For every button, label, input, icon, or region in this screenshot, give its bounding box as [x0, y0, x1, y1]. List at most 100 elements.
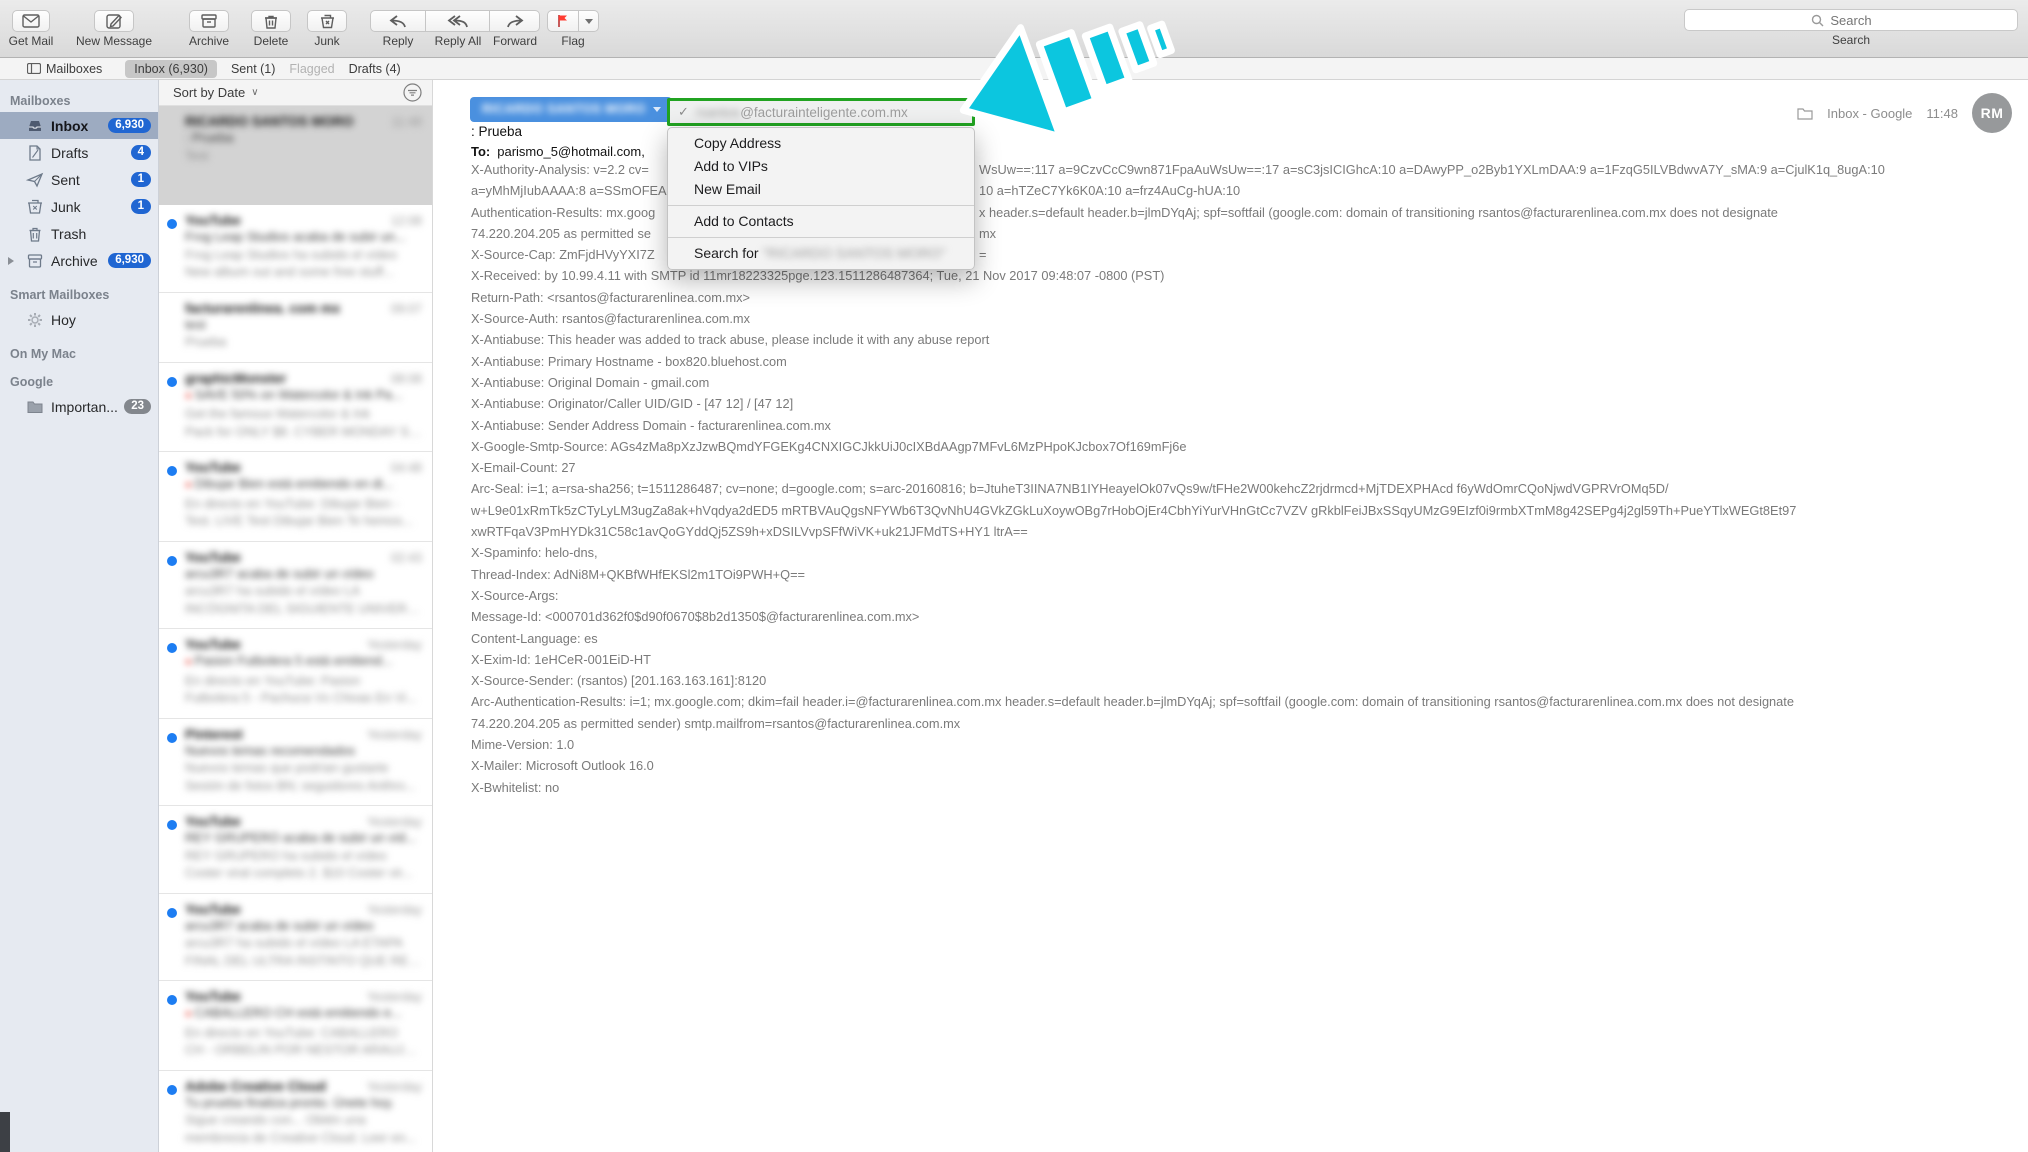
- sender-token[interactable]: RICARDO SANTOS MORO: [470, 97, 672, 122]
- forward-button[interactable]: [490, 10, 540, 32]
- sidebar-panes-icon: [27, 63, 41, 74]
- trash-icon: [26, 225, 44, 243]
- unread-dot-icon: [167, 995, 177, 1005]
- archive-label: Archive: [184, 34, 234, 48]
- live-dot-icon: [185, 476, 195, 491]
- list-item[interactable]: YouTubeYesterday CABALLERO CH está emiti…: [159, 981, 432, 1071]
- get-mail-button[interactable]: [12, 10, 50, 32]
- list-item[interactable]: YouTubeYesterday Pasion Futbolera 5 está…: [159, 629, 432, 719]
- search-field[interactable]: [1684, 9, 2018, 31]
- sidebar-item-sent[interactable]: Sent 1: [0, 166, 158, 193]
- new-message-button[interactable]: [94, 10, 134, 32]
- list-preview: En directo en YouTube: CABALLERO: [185, 1024, 422, 1042]
- list-preview: Prueba: [185, 333, 422, 351]
- list-preview: Frog Leap Studios ha subido el vídeo: [185, 246, 422, 264]
- list-item[interactable]: Adobe Creative CloudYesterday Tu prueba …: [159, 1071, 432, 1152]
- header-line: xwRTFqaV3PmHYDk31C58c1avQoGYddQj5ZS9h+xD…: [471, 524, 1796, 545]
- list-preview: arcu3R7 ha subido el vídeo LA ETAPA: [185, 934, 422, 952]
- flag-dropdown-button[interactable]: [579, 10, 599, 32]
- search-input[interactable]: [1685, 10, 2017, 30]
- avatar: RM: [1972, 93, 2012, 133]
- context-menu: ✓ rsantos @facturainteligente.com.mx Cop…: [667, 98, 975, 270]
- junk-button[interactable]: [307, 10, 347, 32]
- header-line: X-Antiabuse: This header was added to tr…: [471, 332, 1796, 353]
- archive-button[interactable]: [189, 10, 229, 32]
- list-item[interactable]: YouTubeYesterday arcu3R7 acaba de subir …: [159, 894, 432, 982]
- list-preview: CH - ORBELIN POR NESTOR ARAUJO...: [185, 1041, 422, 1059]
- mailboxes-tab-label: Mailboxes: [46, 62, 102, 76]
- unread-dot-icon: [167, 733, 177, 743]
- list-subject: Nuevos temas recomendados: [185, 742, 422, 760]
- disclosure-triangle-icon[interactable]: [8, 257, 14, 265]
- header-line: 74.220.204.205 as permitted sender) smtp…: [471, 716, 1796, 737]
- mailbox-folder-icon: [1797, 107, 1813, 120]
- sidebar-item-label: Importan...: [51, 399, 118, 415]
- list-item[interactable]: YouTube02:43 arcu3R7 acaba de subir un v…: [159, 542, 432, 630]
- list-sender: YouTube: [185, 213, 241, 228]
- menu-item-search-for[interactable]: Search for "RICARDO SANTOS MORO": [668, 242, 974, 265]
- list-preview: Nuevos temas que podrían gustarte: [185, 759, 422, 777]
- list-item[interactable]: graphicMonster08:08 SAVE 50% on Watercol…: [159, 363, 432, 453]
- menu-separator: [668, 205, 974, 206]
- list-sender: RICARDO SANTOS MORO: [185, 114, 354, 129]
- junk-icon: [26, 198, 44, 216]
- reply-button[interactable]: [370, 10, 426, 32]
- list-time: Yesterday: [367, 815, 422, 829]
- list-preview: Test: [185, 147, 422, 165]
- important-badge: 23: [124, 399, 151, 415]
- sidebar-item-label: Junk: [51, 199, 81, 215]
- filter-icon[interactable]: [403, 83, 422, 102]
- list-subject: REY GRUPERO acaba de subir un víd...: [185, 829, 422, 847]
- sidebar-item-archive[interactable]: Archive 6,930: [0, 247, 158, 274]
- header-line: w+L9e01xRmTk5zCTyLyLM3ugZa8ak+hVqdya2dED…: [471, 503, 1796, 524]
- live-dot-icon: [185, 1005, 195, 1020]
- menu-item-copy-address[interactable]: Copy Address: [668, 132, 974, 155]
- list-sender: YouTube: [185, 814, 241, 829]
- list-preview: En directo en YouTube: Pasion: [185, 672, 422, 690]
- to-value[interactable]: parismo_5@hotmail.com,: [497, 144, 645, 159]
- list-subject: Dibujar Bien está emitiendo en di...: [185, 475, 422, 495]
- flag-button[interactable]: [547, 10, 579, 32]
- sidebar-item-trash[interactable]: Trash: [0, 220, 158, 247]
- favorite-flagged[interactable]: Flagged: [289, 62, 334, 76]
- list-item[interactable]: PinterestYesterday Nuevos temas recomend…: [159, 719, 432, 807]
- sidebar-item-drafts[interactable]: Drafts 4: [0, 139, 158, 166]
- list-item[interactable]: facturarenlinea. com mx09:07 test Prueba: [159, 293, 432, 363]
- to-line: To:parismo_5@hotmail.com,: [471, 144, 645, 159]
- favorite-drafts[interactable]: Drafts (4): [349, 62, 401, 76]
- list-preview: REY GRUPERO ha subido el vídeo: [185, 847, 422, 865]
- compose-icon: [106, 13, 122, 29]
- sort-by-date[interactable]: Sort by Date: [173, 85, 245, 100]
- mailboxes-toggle[interactable]: Mailboxes: [18, 61, 111, 77]
- highlighted-address[interactable]: ✓ rsantos @facturainteligente.com.mx: [667, 98, 975, 126]
- reply-all-label: Reply All: [426, 34, 490, 48]
- list-sender: graphicMonster: [185, 371, 286, 386]
- menu-item-new-email[interactable]: New Email: [668, 178, 974, 201]
- folder-icon: [26, 398, 44, 416]
- delete-button[interactable]: [251, 10, 291, 32]
- list-subject: arcu3R7 acaba de subir un vídeo: [185, 565, 422, 583]
- list-item[interactable]: YouTube12:08 Frog Leap Studios acaba de …: [159, 205, 432, 293]
- message-time: 11:48: [1926, 106, 1958, 121]
- list-preview: Pack for ONLY $8. CYBER MONDAY SA...: [185, 423, 422, 441]
- list-item[interactable]: YouTube04:48 Dibujar Bien está emitiendo…: [159, 452, 432, 542]
- list-sender: YouTube: [185, 902, 241, 917]
- menu-item-add-to-vips[interactable]: Add to VIPs: [668, 155, 974, 178]
- favorite-inbox[interactable]: Inbox (6,930): [125, 60, 217, 78]
- live-dot-icon: [185, 387, 195, 402]
- reply-all-button[interactable]: [426, 10, 490, 32]
- menu-item-add-to-contacts[interactable]: Add to Contacts: [668, 210, 974, 233]
- menu-separator: [668, 237, 974, 238]
- sidebar-item-inbox[interactable]: Inbox 6,930: [0, 112, 158, 139]
- sidebar-item-important[interactable]: Importan... 23: [0, 393, 158, 420]
- list-sender: YouTube: [185, 637, 241, 652]
- message-list: Sort by Date ∨ RICARDO SANTOS MORO11:48 …: [159, 80, 433, 1152]
- list-item[interactable]: YouTube Yesterday REY GRUPERO acaba de su…: [159, 806, 432, 894]
- favorite-sent[interactable]: Sent (1): [231, 62, 275, 76]
- header-line: X-Email-Count: 27: [471, 460, 1796, 481]
- list-time: Yesterday: [367, 990, 422, 1004]
- list-time: 11:48: [392, 115, 422, 129]
- sidebar-item-hoy[interactable]: Hoy: [0, 306, 158, 333]
- sidebar-item-junk[interactable]: Junk 1: [0, 193, 158, 220]
- list-item[interactable]: RICARDO SANTOS MORO11:48 : Prueba Test: [159, 106, 432, 205]
